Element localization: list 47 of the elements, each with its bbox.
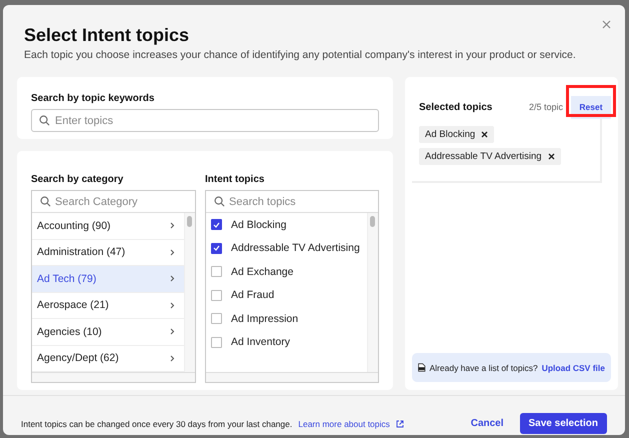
search-field[interactable]: Enter topics [31,109,379,132]
save-button[interactable]: Save selection [520,413,607,434]
scrollbar-thumb[interactable] [370,216,375,227]
topic-chip: Addressable TV Advertising [419,148,561,165]
remove-icon[interactable] [481,131,488,138]
section-label: Search by category [31,174,124,185]
chevron-icon [170,302,175,309]
topic-item[interactable]: Ad Fraud [206,284,367,307]
chevron-icon [170,222,175,230]
topic-item[interactable]: Addressable TV Advertising [206,236,367,260]
dialog-subtitle: Each topic you choose increases your chance of identifying any potential company's interest in your product or service. [24,49,577,61]
checkbox[interactable] [211,242,222,254]
topic-item[interactable]: Ad Blocking [206,213,367,236]
search-icon [40,196,51,207]
topic-count: 2/5 topic [528,102,563,112]
checkbox[interactable] [211,219,222,230]
topic-item[interactable]: Ad Impression [206,307,367,330]
checkbox[interactable] [211,336,222,348]
csv-prompt: Already have a list of topics? [430,362,538,372]
horizontal-scrollbar[interactable] [32,372,195,382]
chevron-icon [170,354,175,362]
category-item[interactable]: Ad Tech (79) [32,266,184,292]
topic-item[interactable]: Ad Inventory [206,330,367,354]
remove-icon[interactable] [548,153,555,160]
checkbox[interactable] [211,290,222,301]
cancel-button[interactable]: Cancel [466,418,508,429]
panel-title: Selected topics [419,102,494,112]
topic-item[interactable]: Ad Exchange [206,260,367,284]
checkbox[interactable] [211,266,222,278]
search-icon [39,115,50,126]
footer-note: Intent topics can be changed once every 30 days from your last change. [21,418,292,428]
learn-more-link[interactable]: Learn more about topics [298,418,390,428]
horizontal-scrollbar[interactable] [206,372,378,382]
section-label: Search by topic keywords [31,93,156,104]
dialog-title: Select Intent topics [24,25,190,46]
checkbox[interactable] [211,313,222,324]
search-icon [214,196,225,207]
close-icon[interactable] [602,20,611,29]
scrollbar-thumb[interactable] [187,216,192,227]
upload-link[interactable]: Upload CSV file [542,362,605,372]
chevron-icon [170,275,175,282]
external-link-icon[interactable] [396,420,404,428]
chevron-icon [170,248,175,256]
chevron-icon [170,328,175,336]
section-label: Intent topics [205,174,266,185]
highlight-frame [566,85,616,117]
topic-chip: Ad Blocking [419,126,494,143]
